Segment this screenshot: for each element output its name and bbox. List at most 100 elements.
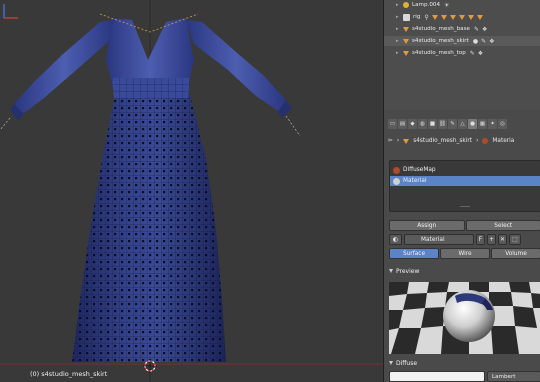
data-link-icon[interactable]: ⬚ (509, 234, 521, 245)
physics-tab-icon[interactable]: ◎ (498, 119, 507, 129)
breadcrumb-object: s4studio_mesh_skirt (413, 138, 473, 144)
outliner-item-mesh-top[interactable]: ▸ s4studio_mesh_top ✎ ❖ (384, 48, 540, 58)
outliner-item-tools: ✎ ❖ (474, 26, 487, 33)
material-browse-icon[interactable]: ◐ (389, 234, 402, 245)
material-name-field[interactable]: Material (404, 234, 474, 245)
constraint-icon (431, 14, 438, 20)
panel-title: Preview (396, 267, 420, 275)
slot-label: Material (403, 178, 427, 184)
material-ball-icon (393, 166, 400, 174)
material-slot-material[interactable]: Material (390, 176, 540, 186)
outliner-item-tools: ✎ ❖ (470, 50, 483, 57)
sun-icon[interactable]: ☀ (444, 2, 449, 9)
material-slot-list[interactable]: DiffuseMap Material (389, 160, 540, 212)
material-icon[interactable]: ❖ (489, 38, 494, 45)
expand-icon[interactable]: ▸ (396, 50, 401, 56)
pose-icon[interactable]: ⚲ (424, 14, 428, 21)
pin-icon[interactable]: ✂ (388, 138, 393, 144)
object-tab-icon[interactable]: ■ (428, 119, 437, 129)
layers-tab-icon[interactable]: ▤ (398, 119, 407, 129)
chevron-right-icon: › (476, 138, 479, 144)
material-slot-diffusemap[interactable]: DiffuseMap (390, 165, 540, 175)
new-material-icon[interactable]: + (487, 234, 496, 245)
properties-editor: ▭ ▤ ◆ ◍ ■ ⛓ ✎ △ ● ▦ ✦ ◎ ✂ › s4studio_mes… (384, 114, 540, 382)
right-panels: ▸ Lamp.004 ☀ ▸ rig ⚲ ▸ s4studio_mesh_bas… (383, 0, 540, 382)
material-tab-icon[interactable]: ● (468, 119, 477, 129)
mesh-icon (403, 38, 409, 44)
wrench-icon[interactable]: ✎ (474, 26, 479, 33)
chevron-right-icon: › (396, 138, 400, 144)
outliner-item-tools: ⚲ (424, 14, 483, 21)
diffuse-panel-header[interactable]: Diffuse (389, 358, 540, 368)
armature-icon (403, 13, 410, 21)
material-preview (389, 282, 540, 354)
outliner-item-label: s4studio_mesh_base (412, 26, 470, 32)
material-mode-tabs: Surface Wire Volume (389, 248, 540, 259)
material-icon[interactable]: ❖ (482, 26, 487, 33)
constraint-icon (458, 14, 465, 20)
data-tab-icon[interactable]: △ (458, 119, 467, 129)
world-tab-icon[interactable]: ◍ (418, 119, 427, 129)
diffuse-row: Lambert (389, 371, 540, 382)
outliner-item-label: s4studio_mesh_top (412, 50, 466, 56)
mesh-icon (403, 50, 409, 56)
assign-select-row: Assign Select (389, 220, 540, 231)
volume-tab[interactable]: Volume (491, 248, 540, 259)
outliner-item-tools: ☀ (444, 2, 449, 9)
breadcrumb-material: Materia (492, 138, 515, 144)
properties-tabs: ▭ ▤ ◆ ◍ ■ ⛓ ✎ △ ● ▦ ✦ ◎ (388, 119, 507, 129)
assign-button[interactable]: Assign (389, 220, 465, 231)
select-button[interactable]: Select (465, 220, 540, 231)
outliner-item-tools: ● ✎ ❖ (473, 38, 495, 45)
material-datablock-row: ◐ Material F + ✕ ⬚ (389, 234, 540, 245)
outliner-item-mesh-skirt[interactable]: ▸ s4studio_mesh_skirt ● ✎ ❖ (384, 36, 540, 46)
material-icon[interactable]: ❖ (478, 50, 483, 57)
lamp-icon (403, 2, 409, 8)
material-ball-icon (393, 177, 400, 185)
constraints-tab-icon[interactable]: ⛓ (438, 119, 447, 129)
outliner-item-lamp[interactable]: ▸ Lamp.004 ☀ (384, 0, 540, 10)
modifiers-tab-icon[interactable]: ✎ (448, 119, 457, 129)
constraint-icon (449, 14, 456, 20)
panel-title: Diffuse (396, 359, 418, 367)
outliner-item-label: Lamp.004 (412, 2, 440, 8)
preview-sphere-render (389, 282, 540, 354)
properties-breadcrumb: ✂ › s4studio_mesh_skirt › Materia (388, 136, 514, 146)
scene-tab-icon[interactable]: ◆ (408, 119, 417, 129)
outliner[interactable]: ▸ Lamp.004 ☀ ▸ rig ⚲ ▸ s4studio_mesh_bas… (384, 0, 540, 110)
unlink-icon[interactable]: ✕ (498, 234, 507, 245)
diffuse-color-swatch[interactable] (389, 371, 485, 382)
outliner-item-label: rig (413, 14, 421, 20)
fake-user-button[interactable]: F (476, 234, 485, 245)
outliner-item-label: s4studio_mesh_skirt (412, 38, 469, 44)
outliner-item-rig[interactable]: ▸ rig ⚲ (384, 12, 540, 22)
expand-icon[interactable]: ▸ (396, 26, 401, 32)
mesh-icon (403, 26, 409, 32)
3d-viewport[interactable]: (0) s4studio_mesh_skirt (0, 0, 383, 382)
active-object-label: (0) s4studio_mesh_skirt (30, 370, 108, 378)
expand-icon[interactable]: ▸ (396, 14, 401, 20)
diffuse-shader-select[interactable]: Lambert (487, 371, 540, 382)
slot-label: DiffuseMap (403, 167, 436, 173)
wrench-icon[interactable]: ✎ (470, 50, 475, 57)
texture-tab-icon[interactable]: ▦ (478, 119, 487, 129)
render-tab-icon[interactable]: ▭ (388, 119, 397, 129)
particles-tab-icon[interactable]: ✦ (488, 119, 497, 129)
expand-icon[interactable]: ▸ (396, 38, 401, 44)
list-resize-handle[interactable] (460, 206, 470, 207)
wrench-icon[interactable]: ✎ (481, 38, 486, 45)
collapse-icon (389, 269, 393, 273)
dress-mesh-render (0, 0, 383, 382)
material-icon (482, 138, 489, 144)
sphere-icon[interactable]: ● (473, 38, 478, 45)
surface-tab[interactable]: Surface (389, 248, 439, 259)
constraint-icon (467, 14, 474, 20)
constraint-icon (476, 14, 483, 20)
outliner-item-mesh-base[interactable]: ▸ s4studio_mesh_base ✎ ❖ (384, 24, 540, 34)
preview-panel-header[interactable]: Preview (389, 266, 540, 276)
mesh-icon (403, 138, 410, 144)
expand-icon[interactable]: ▸ (396, 2, 401, 8)
wire-tab[interactable]: Wire (440, 248, 490, 259)
collapse-icon (389, 361, 393, 365)
axis-gizmo-icon (3, 4, 18, 19)
